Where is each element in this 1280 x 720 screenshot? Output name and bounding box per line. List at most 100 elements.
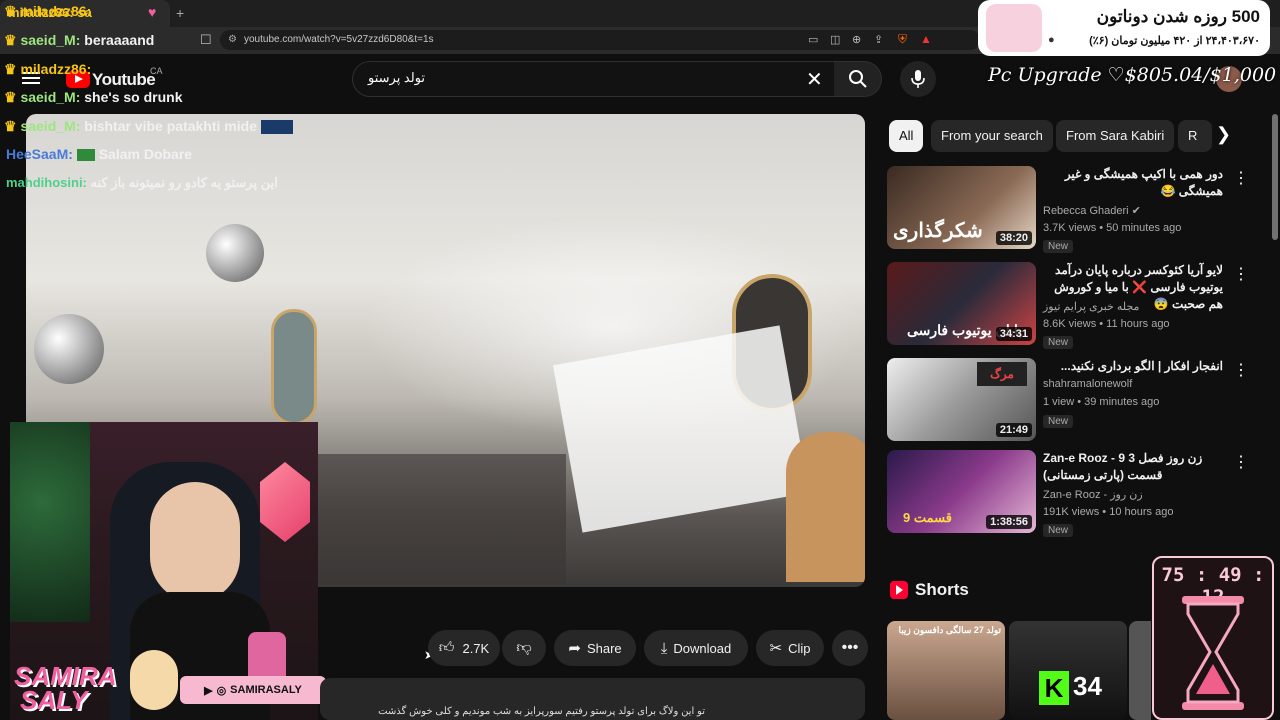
streamer-name-line2: SALY xyxy=(20,685,88,715)
brave-shield-icon[interactable]: ⛨ xyxy=(898,32,907,47)
dislike-button[interactable]: 👎︎ xyxy=(502,630,546,666)
microphone-icon xyxy=(911,70,925,88)
recommendation-thumbnail[interactable]: پایان یوتیوب فارسی 34:31 xyxy=(887,262,1036,345)
like-button[interactable]: 👍︎ 2.7K xyxy=(428,630,500,666)
recommendation-thumbnail[interactable]: مرگ 21:49 xyxy=(887,358,1036,441)
streamer-avatar-sticker xyxy=(130,650,178,710)
download-label: Download xyxy=(673,640,732,656)
more-options-icon[interactable]: ⋮ xyxy=(1233,452,1249,472)
crown-icon: ♛ xyxy=(4,118,17,134)
crown-icon: ♛ xyxy=(4,89,17,105)
emote-icon xyxy=(260,120,293,135)
recommendation-thumbnail[interactable]: قسمت 9 1:38:56 xyxy=(887,450,1036,533)
recommendation-meta: 1 view • 39 minutes ago xyxy=(1043,396,1160,408)
short-thumbnail[interactable]: K 34 xyxy=(1009,621,1127,720)
rewards-icon[interactable]: ▲ xyxy=(920,32,932,46)
donation-goal-text: Pc Upgrade ♡$805.04/$1,000 xyxy=(988,64,1277,86)
duration-badge: 38:20 xyxy=(995,231,1032,245)
verified-icon: ✔ xyxy=(1131,205,1141,217)
wall-mirror-image xyxy=(271,309,317,425)
thumbs-down-icon: 👎︎ xyxy=(516,639,532,656)
more-icon: ••• xyxy=(841,639,859,656)
clip-button[interactable]: ✂ Clip xyxy=(756,630,824,666)
share-page-icon[interactable]: ⇪ xyxy=(874,33,883,46)
chat-message: ♛ saeid_M: bishtar vibe patakhti mide xyxy=(4,118,293,135)
chat-text: she's so drunk xyxy=(84,89,183,105)
more-actions-button[interactable]: ••• xyxy=(832,630,868,666)
crown-icon: ♛ xyxy=(4,32,17,48)
zoom-icon[interactable]: ⊕ xyxy=(852,33,861,46)
chip-all[interactable]: All xyxy=(889,120,924,152)
channel-name: Rebecca Ghaderi xyxy=(1043,205,1129,217)
streamer-face-image xyxy=(150,482,240,602)
duration-badge: 1:38:56 xyxy=(986,515,1032,529)
recommendation-item[interactable]: مرگ 21:49 انفجار افکار | الگو برداری نکن… xyxy=(887,358,1277,444)
chat-text: Salam Dobare xyxy=(98,146,193,162)
chat-text: beraaaand xyxy=(84,32,155,48)
picture-in-picture-icon[interactable]: ◫ xyxy=(830,33,840,46)
recommendation-meta: 3.7K views • 50 minutes ago xyxy=(1043,222,1182,234)
share-button[interactable]: ➦ Share xyxy=(554,630,636,666)
chat-user: saeid_M: xyxy=(20,118,81,134)
url-field[interactable]: ⚙ youtube.com/watch?v=5v27zzd6D80&t=1s xyxy=(220,30,980,50)
share-icon: ➦ xyxy=(568,640,581,657)
instagram-icon: ◎ xyxy=(216,684,227,697)
thumbnail-caption: قسمت 9 xyxy=(903,510,952,525)
subathon-timer-widget: 75 : 49 : 12 xyxy=(1152,556,1274,720)
download-icon: ⤓ xyxy=(660,639,668,657)
social-handle-badge: ▶ ◎ SAMIRASALY xyxy=(180,676,326,704)
chip-from-your-search[interactable]: From your search xyxy=(931,120,1053,152)
voice-search-button[interactable] xyxy=(900,61,936,97)
site-info-icon[interactable]: ⚙ xyxy=(228,30,237,50)
new-tab-icon[interactable]: + xyxy=(176,5,184,21)
chat-message: ♛ miladzz86: xyxy=(4,3,91,20)
recommendation-title: دور همی با اکیپ همیشگی و غیر همیشگی 😂 xyxy=(1064,167,1223,198)
duration-badge: 21:49 xyxy=(995,423,1032,437)
chat-message: ♛ saeid_M: she's so drunk xyxy=(4,89,183,106)
recommendation-thumbnail[interactable]: شکرگذاری 38:20 xyxy=(887,166,1036,249)
bookmark-icon[interactable]: ☐ xyxy=(200,32,212,48)
short-thumbnail[interactable]: تولد 27 سالگی دافسون زیبا xyxy=(887,621,1005,720)
chevron-right-icon[interactable]: ❯ xyxy=(1216,124,1231,145)
new-badge: New xyxy=(1043,336,1074,349)
more-options-icon[interactable]: ⋮ xyxy=(1233,264,1249,284)
chat-message: HeeSaaM: Salam Dobare xyxy=(6,146,192,162)
clear-search-icon[interactable]: ✕ xyxy=(806,67,823,92)
chat-user: mahdihosini: xyxy=(6,175,87,190)
shorts-icon xyxy=(890,581,908,599)
donation-avatar xyxy=(986,4,1042,52)
recommendation-item[interactable]: پایان یوتیوب فارسی 34:31 لایو آریا کئوکس… xyxy=(887,262,1277,349)
crown-icon: ♛ xyxy=(4,3,17,19)
chip-next[interactable]: R xyxy=(1178,120,1212,152)
donation-goal-widget: 500 روزه شدن دوناتون ۲۴،۴۰۳،۶۷۰ از ۴۲۰ م… xyxy=(978,0,1270,56)
recommendation-item[interactable]: قسمت 9 1:38:56 Zan-e Rooz - 9 زن روز فصل… xyxy=(887,450,1277,537)
youtube-logo-text[interactable]: Youtube xyxy=(92,70,156,90)
emote-icon xyxy=(76,149,95,162)
short-thumbnail[interactable] xyxy=(1129,621,1151,720)
description-box[interactable]: تو این ولاگ برای تولد پرستو رفتیم سورپرا… xyxy=(320,678,865,720)
recommendation-item[interactable]: شکرگذاری 38:20 دور همی با اکیپ همیشگی و … xyxy=(887,166,1277,253)
disco-ball-image xyxy=(34,314,104,384)
chat-message: ♛ miladzz86: xyxy=(4,61,91,78)
search-query: تولد پرستو xyxy=(368,70,426,85)
new-badge: New xyxy=(1043,415,1074,428)
more-options-icon[interactable]: ⋮ xyxy=(1233,360,1249,380)
more-options-icon[interactable]: ⋮ xyxy=(1233,168,1249,188)
chat-text: bishtar vibe patakhti mide xyxy=(84,118,257,134)
social-handle: SAMIRASALY xyxy=(230,684,302,696)
youtube-small-icon: ▶ xyxy=(204,684,213,697)
cast-icon[interactable]: ▭ xyxy=(808,33,818,46)
description-text: تو این ولاگ برای تولد پرستو رفتیم سورپرا… xyxy=(378,706,705,717)
search-button[interactable] xyxy=(834,61,882,97)
recommendation-channel: Zan-e Rooz - زن روز xyxy=(1043,489,1143,501)
download-button[interactable]: ⤓ Download xyxy=(644,630,748,666)
recommendation-channel: مجله خبری پرایم تیوز xyxy=(1043,301,1140,313)
donation-title: 500 روزه شدن دوناتون xyxy=(1096,7,1260,26)
search-icon xyxy=(848,70,867,88)
sidebar-scrollbar[interactable] xyxy=(1272,114,1278,240)
crown-icon: ♛ xyxy=(4,61,17,77)
chat-user: miladzz86: xyxy=(20,3,92,19)
new-badge: New xyxy=(1043,240,1074,253)
chip-from-sara-kabiri[interactable]: From Sara Kabiri xyxy=(1056,120,1175,152)
share-label: Share xyxy=(586,640,622,656)
